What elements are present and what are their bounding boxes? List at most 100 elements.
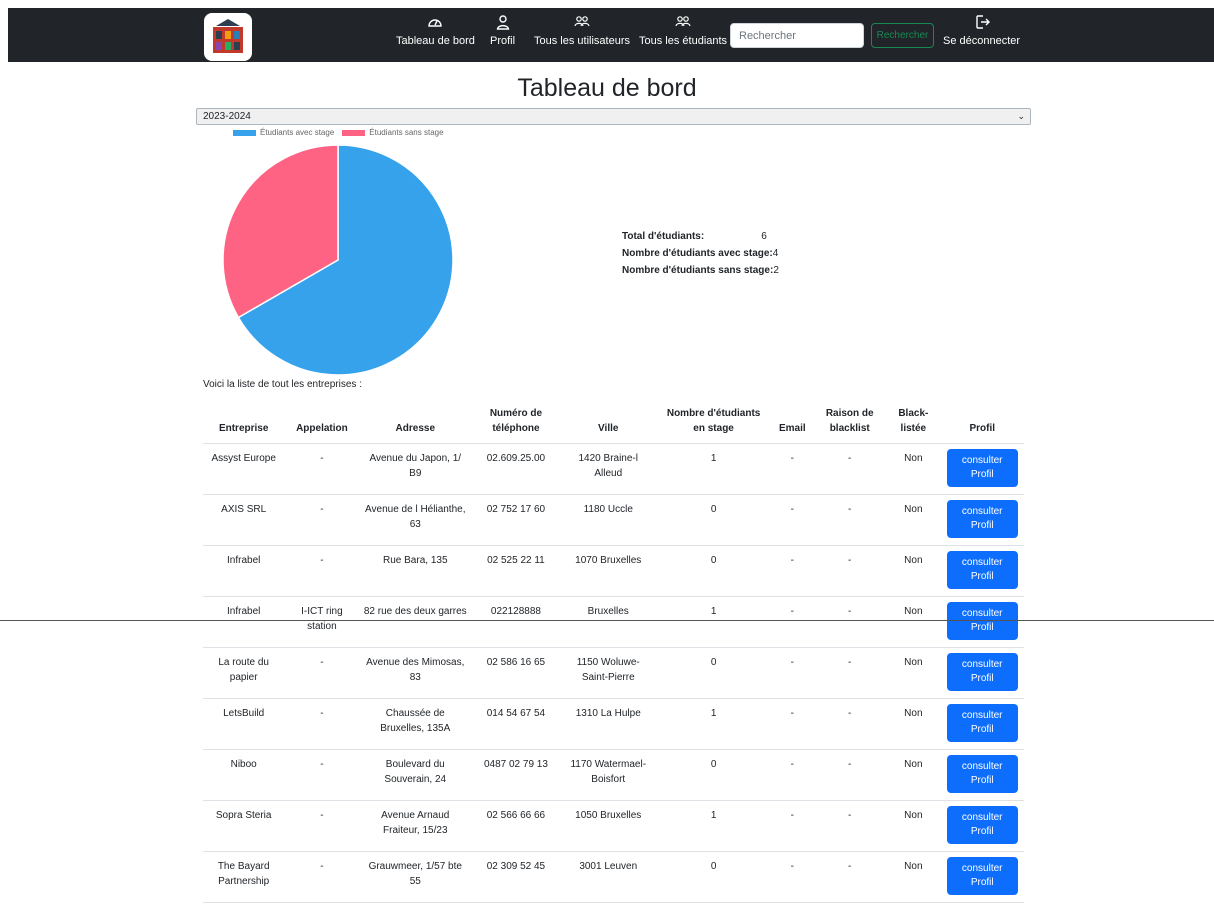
- col-telephone: Numéro de téléphone: [471, 404, 561, 444]
- col-nb-line1: Nombre d'étudiants: [666, 408, 761, 419]
- cell-nb: 1: [655, 698, 772, 750]
- consult-profile-label-2: Profil: [970, 724, 994, 735]
- cell-entreprise: Infrabel: [203, 545, 285, 597]
- cell-black: Non: [886, 647, 941, 699]
- consult-profile-button[interactable]: consulter Profil: [946, 653, 1018, 691]
- col-profil: Profil: [940, 404, 1024, 444]
- legend-swatch-without-stage: [342, 129, 366, 136]
- search-input[interactable]: [730, 23, 864, 48]
- cell-nb: 0: [655, 851, 772, 903]
- cell-email: -: [771, 647, 814, 699]
- col-blacklistee: Black-listée: [886, 404, 941, 444]
- consult-profile-button[interactable]: consulter Profil: [946, 704, 1018, 742]
- cell-nb: 1: [655, 800, 772, 852]
- search-button[interactable]: Rechercher: [871, 23, 934, 48]
- nav-profile[interactable]: Profil: [490, 14, 515, 58]
- cell-tel: 0487 02 79 13: [471, 749, 561, 801]
- cell-ville: Bruxelles: [560, 596, 656, 648]
- cell-entreprise: Assyst Europe: [203, 443, 285, 495]
- cell-ville: 1050 Bruxelles: [560, 800, 656, 852]
- cell-appelation: -: [284, 647, 360, 699]
- consult-profile-button[interactable]: consulter Profil: [946, 500, 1018, 538]
- consult-profile-label-2: Profil: [970, 673, 994, 684]
- cell-ville: 1180 Uccle: [560, 494, 656, 546]
- cell-profil: consulter Profil: [940, 494, 1024, 546]
- cell-ville: 1310 La Hulpe: [560, 698, 656, 750]
- col-telephone-line2: téléphone: [492, 423, 540, 434]
- consult-profile-label-2: Profil: [970, 775, 994, 786]
- col-ville: Ville: [560, 404, 656, 444]
- cell-raison: -: [813, 596, 887, 648]
- legend-item-without-stage[interactable]: Étudiants sans stage: [342, 128, 444, 137]
- legend-swatch-with-stage: [233, 129, 256, 136]
- companies-table-body: Assyst Europe - Avenue du Japon, 1/ B9 02.6…: [203, 443, 1024, 903]
- cell-nb: 1: [655, 596, 772, 648]
- col-raison-line2: blacklist: [829, 423, 870, 434]
- table-row: Sopra Steria - Avenue Arnaud Fraiteur, 15/…: [203, 800, 1024, 852]
- consult-profile-label-1: consulter: [961, 761, 1003, 772]
- cell-tel: 02 309 52 45: [471, 851, 561, 903]
- table-row: LetsBuild - Chaussée de Bruxelles, 135A 014…: [203, 698, 1024, 750]
- people-icon: [675, 16, 691, 27]
- app-logo[interactable]: [204, 13, 252, 61]
- stats-panel: Total d'étudiants: 6 Nombre d'étudiants a…: [622, 228, 779, 279]
- cell-adresse: Rue Bara, 135: [359, 545, 472, 597]
- year-select[interactable]: 2023-2024 ⌄: [196, 108, 1031, 125]
- cell-black: Non: [886, 851, 941, 903]
- chart-legend: Étudiants avec stage Étudiants sans stag…: [233, 128, 444, 137]
- cell-raison: -: [813, 647, 887, 699]
- consult-profile-button[interactable]: consulter Profil: [946, 602, 1018, 640]
- consult-profile-button[interactable]: consulter Profil: [946, 857, 1018, 895]
- cell-email: -: [771, 698, 814, 750]
- cell-email: -: [771, 545, 814, 597]
- nav-all-students[interactable]: Tous les étudiants: [639, 14, 727, 58]
- nav-dashboard[interactable]: Tableau de bord: [396, 14, 475, 58]
- consult-profile-button[interactable]: consulter Profil: [946, 806, 1018, 844]
- cell-raison: -: [813, 443, 887, 495]
- col-black-line1: Black-: [898, 408, 929, 419]
- total-students-value: 6: [761, 231, 767, 242]
- pie-chart: [222, 144, 454, 376]
- col-raison: Raison de blacklist: [813, 404, 887, 444]
- students-without-stage-value: 2: [773, 265, 779, 276]
- cell-appelation: -: [284, 800, 360, 852]
- col-nb-etudiants: Nombre d'étudiants en stage: [655, 404, 772, 444]
- consult-profile-button[interactable]: consulter Profil: [946, 551, 1018, 589]
- nav-all-users[interactable]: Tous les utilisateurs: [534, 14, 630, 58]
- cell-nb: 1: [655, 443, 772, 495]
- cell-ville: 1170 Watermael-Boisfort: [560, 749, 656, 801]
- col-appelation: Appelation: [284, 404, 360, 444]
- cell-adresse: 82 rue des deux garres: [359, 596, 472, 648]
- col-entreprise: Entreprise: [203, 404, 285, 444]
- table-header-row: Entreprise Appelation Adresse Numéro de t…: [203, 404, 1024, 444]
- table-row: Assyst Europe - Avenue du Japon, 1/ B9 02.6…: [203, 443, 1024, 495]
- legend-item-with-stage[interactable]: Étudiants avec stage: [233, 128, 334, 137]
- consult-profile-button[interactable]: consulter Profil: [946, 449, 1018, 487]
- consult-profile-label-2: Profil: [970, 826, 994, 837]
- cell-tel: 022128888: [471, 596, 561, 648]
- col-adresse: Adresse: [359, 404, 472, 444]
- cell-adresse: Chaussée de Bruxelles, 135A: [359, 698, 472, 750]
- cell-adresse: Avenue Arnaud Fraiteur, 15/23: [359, 800, 472, 852]
- logout-label: Se déconnecter: [943, 35, 1021, 47]
- cell-profil: consulter Profil: [940, 596, 1024, 648]
- cell-profil: consulter Profil: [940, 749, 1024, 801]
- table-row: Infrabel - Rue Bara, 135 02 525 22 11 1070 B…: [203, 545, 1024, 597]
- cell-profil: consulter Profil: [940, 698, 1024, 750]
- cell-raison: -: [813, 494, 887, 546]
- consult-profile-label-1: consulter: [961, 506, 1003, 517]
- chevron-down-icon: ⌄: [1017, 111, 1025, 121]
- consult-profile-label-2: Profil: [970, 571, 994, 582]
- nav-profile-label: Profil: [490, 35, 516, 47]
- page-title: Tableau de bord: [517, 74, 697, 102]
- cell-adresse: Avenue de l Hélianthe, 63: [359, 494, 472, 546]
- consult-profile-button[interactable]: consulter Profil: [946, 755, 1018, 793]
- companies-intro: Voici la liste de tout les entreprises :: [203, 379, 362, 390]
- cell-nb: 0: [655, 494, 772, 546]
- cell-black: Non: [886, 698, 941, 750]
- logout-button[interactable]: Se déconnecter: [943, 14, 1020, 58]
- cell-raison: -: [813, 698, 887, 750]
- cell-tel: 02.609.25.00: [471, 443, 561, 495]
- cell-entreprise: LetsBuild: [203, 698, 285, 750]
- cell-adresse: Avenue des Mimosas, 83: [359, 647, 472, 699]
